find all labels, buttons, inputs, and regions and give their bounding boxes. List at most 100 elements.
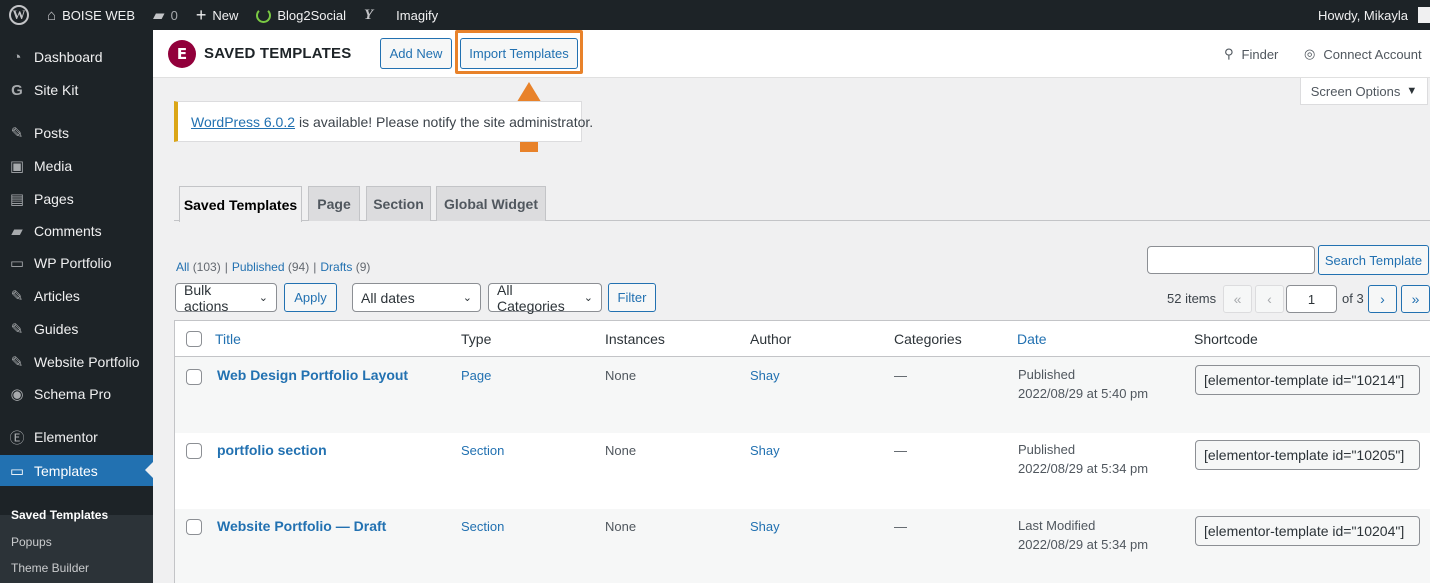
categories-select[interactable]: All Categories ⌄	[488, 281, 602, 314]
column-categories: Categories	[894, 331, 962, 347]
sidebar-item-guides[interactable]: ✎ Guides	[0, 314, 153, 344]
blog2social-menu[interactable]: Blog2Social	[247, 0, 355, 30]
first-page-button[interactable]: «	[1223, 285, 1252, 313]
templates-submenu: Saved Templates Popups Theme Builder	[0, 508, 153, 583]
sidebar-item-articles[interactable]: ✎ Articles	[0, 281, 153, 311]
template-categories: —	[894, 443, 907, 458]
table-row: Website Portfolio — Draft Section None S…	[175, 509, 1430, 583]
sidebar-item-label: Articles	[34, 288, 80, 304]
sidebar-item-posts[interactable]: ✎ Posts	[0, 118, 153, 148]
dates-value: All dates	[361, 289, 415, 306]
next-page-button[interactable]: ›	[1368, 285, 1397, 313]
template-type-link[interactable]: Section	[461, 443, 504, 458]
sidebar-item-elementor[interactable]: Ⓔ Elementor	[0, 422, 153, 452]
column-author: Author	[750, 331, 792, 347]
sidebar-item-dashboard[interactable]: ◔ Dashboard	[0, 42, 153, 72]
date-value: 2022/08/29 at 5:34 pm	[1018, 461, 1149, 476]
column-instances: Instances	[605, 331, 665, 347]
search-input[interactable]	[1147, 246, 1315, 274]
search-template-button[interactable]: Search Template	[1318, 245, 1429, 275]
templates-table: Title Type Instances Author Categories D…	[174, 320, 1430, 583]
template-type-link[interactable]: Page	[461, 368, 491, 383]
filter-published-link[interactable]: Published (94)	[232, 260, 309, 274]
pin-icon: ✎	[10, 354, 24, 371]
filter-drafts-link[interactable]: Drafts (9)	[320, 260, 370, 274]
template-title-link[interactable]: Website Portfolio — Draft	[217, 518, 386, 534]
template-title-link[interactable]: portfolio section	[217, 442, 327, 458]
apply-button[interactable]: Apply	[284, 283, 337, 312]
sidebar-item-comments[interactable]: ▰ Comments	[0, 216, 153, 246]
template-author-link[interactable]: Shay	[750, 519, 780, 534]
wordpress-logo-menu[interactable]: W	[0, 0, 38, 30]
sidebar-item-label: Comments	[34, 223, 102, 239]
comments-menu[interactable]: ▰ 0	[144, 0, 187, 30]
comment-bubble-icon: ▰	[153, 6, 165, 24]
row-checkbox[interactable]	[186, 369, 202, 385]
submenu-popups[interactable]: Popups	[11, 535, 52, 549]
shortcode-field[interactable]: [elementor-template id="10205"]	[1195, 440, 1420, 470]
filter-button[interactable]: Filter	[608, 283, 656, 312]
submenu-saved-templates[interactable]: Saved Templates	[11, 508, 108, 522]
import-templates-button[interactable]: Import Templates	[460, 38, 578, 69]
template-author-link[interactable]: Shay	[750, 443, 780, 458]
admin-sidebar: ◔ Dashboard G Site Kit ✎ Posts ▣ Media ▤…	[0, 30, 153, 583]
sidebar-item-media[interactable]: ▣ Media	[0, 151, 153, 181]
sidebar-item-templates[interactable]: ▭ Templates	[0, 455, 153, 486]
search-icon: ⚲	[1224, 46, 1234, 61]
screen-options-button[interactable]: Screen Options ▼	[1300, 78, 1428, 105]
sidebar-item-label: Templates	[34, 462, 98, 479]
new-content-menu[interactable]: + New	[187, 0, 248, 30]
categories-value: All Categories	[497, 281, 565, 314]
bulk-actions-select[interactable]: Bulk actions ⌄	[175, 282, 277, 314]
template-instances: None	[605, 368, 637, 383]
sidebar-item-schema-pro[interactable]: ◉ Schema Pro	[0, 379, 153, 409]
screen-options-label: Screen Options	[1310, 83, 1401, 99]
tab-saved-templates[interactable]: Saved Templates	[179, 186, 302, 222]
sidebar-item-label: Guides	[34, 321, 79, 337]
sidebar-item-wp-portfolio[interactable]: ▭ WP Portfolio	[0, 248, 153, 278]
folder-icon: ▭	[9, 462, 25, 480]
template-title-link[interactable]: Web Design Portfolio Layout	[217, 367, 408, 383]
tab-section[interactable]: Section	[366, 186, 431, 221]
column-shortcode: Shortcode	[1194, 331, 1258, 347]
connect-account-link[interactable]: ◎ Connect Account	[1304, 46, 1422, 62]
template-instances: None	[605, 519, 637, 534]
column-date[interactable]: Date	[1017, 331, 1047, 347]
table-header: Title Type Instances Author Categories D…	[175, 321, 1430, 357]
new-label: New	[212, 7, 239, 23]
template-type-link[interactable]: Section	[461, 519, 504, 534]
items-count: 52 items	[1167, 291, 1217, 306]
dates-select[interactable]: All dates ⌄	[352, 283, 481, 312]
sidebar-item-label: Pages	[34, 191, 74, 207]
row-checkbox[interactable]	[186, 519, 202, 535]
blog2social-icon	[256, 7, 272, 23]
shortcode-field[interactable]: [elementor-template id="10214"]	[1195, 365, 1420, 395]
row-checkbox[interactable]	[186, 443, 202, 459]
prev-page-button[interactable]: ‹	[1255, 285, 1284, 313]
select-all-checkbox[interactable]	[186, 331, 202, 347]
sidebar-item-website-portfolio[interactable]: ✎ Website Portfolio	[0, 347, 153, 377]
site-name-menu[interactable]: ⌂ BOISE WEB	[38, 0, 144, 30]
imagify-menu[interactable]: Imagify	[382, 0, 447, 30]
finder-link[interactable]: ⚲ Finder	[1224, 46, 1278, 62]
caret-down-icon: ▼	[1406, 85, 1418, 97]
current-page-input[interactable]: 1	[1286, 285, 1337, 313]
table-row: portfolio section Section None Shay — Pu…	[175, 433, 1430, 509]
sidebar-item-pages[interactable]: ▤ Pages	[0, 184, 153, 214]
submenu-theme-builder[interactable]: Theme Builder	[11, 561, 89, 575]
sidebar-item-site-kit[interactable]: G Site Kit	[0, 75, 153, 105]
last-page-button[interactable]: »	[1401, 285, 1430, 313]
tab-global-widget[interactable]: Global Widget	[436, 186, 546, 221]
folder-icon: ▭	[9, 255, 25, 272]
column-title[interactable]: Title	[215, 331, 241, 347]
account-menu[interactable]: Howdy, Mikayla	[1309, 0, 1430, 30]
template-author-link[interactable]: Shay	[750, 368, 780, 383]
filter-all-link[interactable]: All (103)	[176, 260, 221, 274]
add-new-button[interactable]: Add New	[380, 38, 452, 69]
elementor-logo-icon: E	[168, 40, 196, 68]
shortcode-field[interactable]: [elementor-template id="10204"]	[1195, 516, 1420, 546]
tab-page[interactable]: Page	[308, 186, 360, 221]
wordpress-update-link[interactable]: WordPress 6.0.2	[191, 114, 295, 130]
yoast-menu[interactable]: Y	[355, 0, 382, 30]
date-status: Published	[1018, 367, 1076, 382]
